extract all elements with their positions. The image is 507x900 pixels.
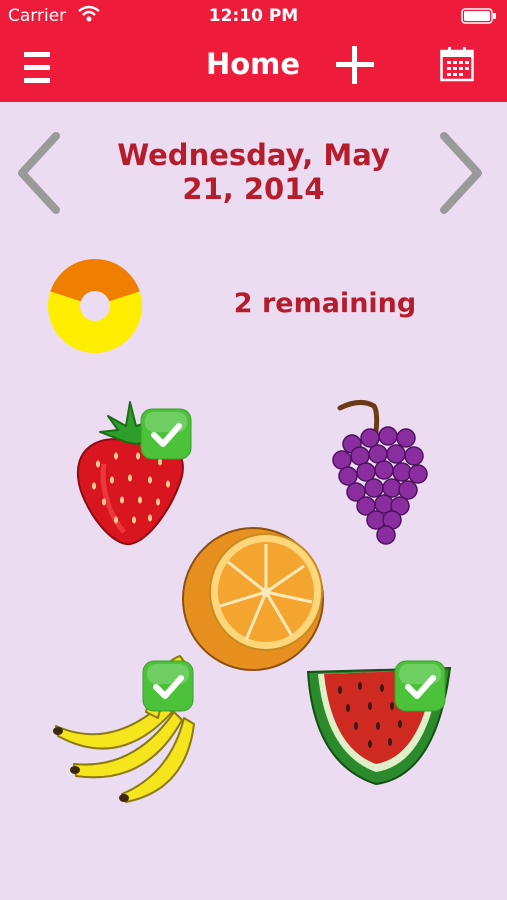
chevron-right-icon bbox=[440, 132, 482, 214]
status-bar: Carrier 12:10 PM bbox=[0, 0, 507, 34]
donut-hole bbox=[80, 291, 110, 321]
hamburger-menu-icon[interactable] bbox=[22, 48, 52, 88]
progress-donut bbox=[47, 259, 143, 353]
watermelon-check-icon bbox=[394, 660, 446, 712]
calendar-icon[interactable] bbox=[440, 46, 474, 82]
banana-check-icon bbox=[142, 660, 194, 712]
orange-item[interactable] bbox=[180, 526, 326, 672]
add-button[interactable] bbox=[334, 44, 376, 86]
battery-icon bbox=[461, 8, 496, 24]
previous-day-button[interactable] bbox=[14, 130, 64, 216]
strawberry-check-icon bbox=[140, 408, 192, 460]
grapes-item[interactable] bbox=[330, 398, 430, 548]
remaining-count: 2 remaining bbox=[233, 288, 417, 319]
navigation-bar: Home bbox=[0, 34, 507, 102]
chevron-left-icon bbox=[18, 132, 60, 214]
date-label: Wednesday, May 21, 2014 bbox=[117, 138, 390, 206]
page-title: Home bbox=[205, 47, 301, 81]
clock-time: 12:10 PM bbox=[208, 6, 299, 26]
next-day-button[interactable] bbox=[436, 130, 486, 216]
